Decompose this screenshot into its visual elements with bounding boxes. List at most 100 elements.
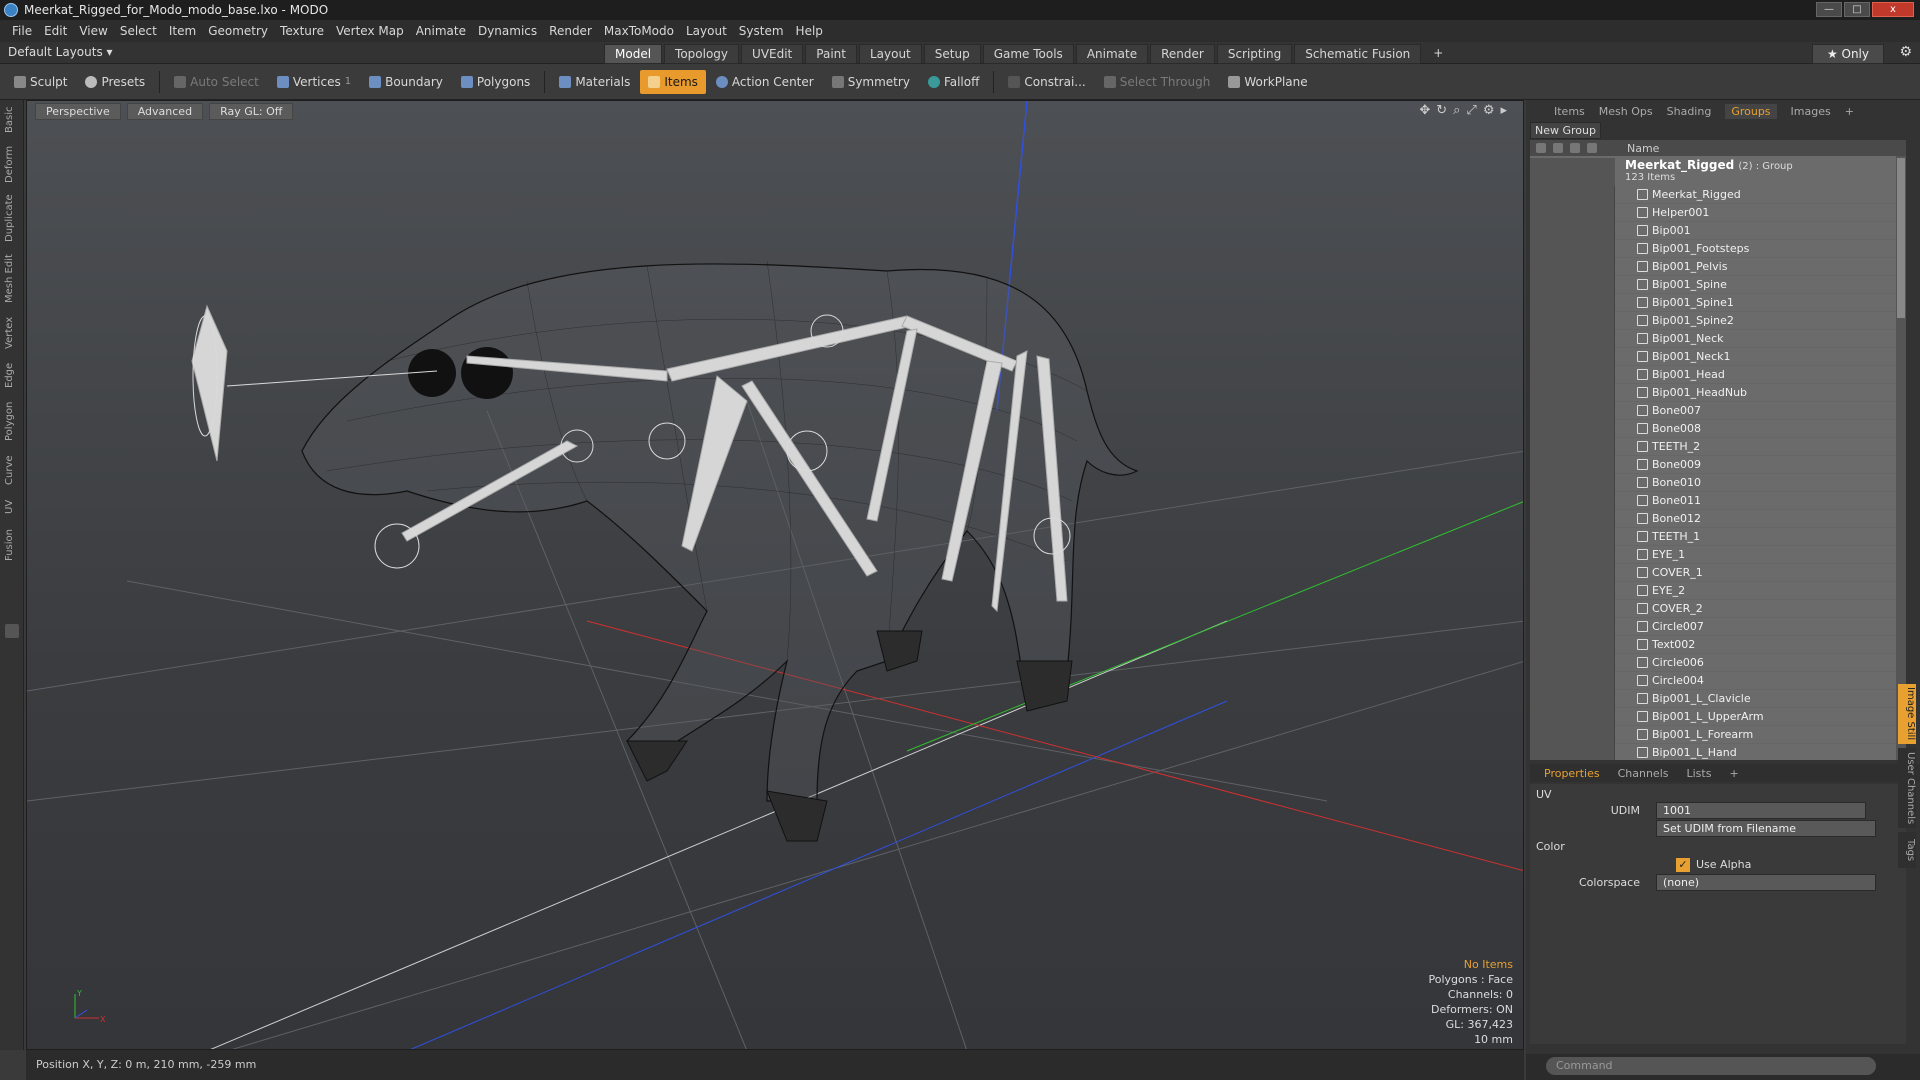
menu-view[interactable]: View	[73, 24, 113, 38]
tab-items[interactable]: Items	[1554, 105, 1585, 118]
list-item[interactable]: Bone008	[1530, 419, 1906, 438]
menu-item[interactable]: Item	[163, 24, 202, 38]
constrain-button[interactable]: Constrai...	[1000, 70, 1093, 94]
left-tab-deform[interactable]: Deform	[4, 144, 20, 184]
presets-button[interactable]: Presets	[77, 70, 153, 94]
tab-animate[interactable]: Animate	[1075, 44, 1149, 64]
list-item[interactable]: Bip001_L_Forearm	[1530, 725, 1906, 744]
tab-setup[interactable]: Setup	[923, 44, 981, 64]
boundary-button[interactable]: Boundary	[361, 70, 451, 94]
new-group-button[interactable]: New Group	[1530, 122, 1601, 139]
add-properties-tab-button[interactable]: +	[1729, 767, 1738, 780]
side-tab-image-still[interactable]: Image Still	[1898, 684, 1916, 744]
list-item[interactable]: Bip001_L_UpperArm	[1530, 707, 1906, 726]
falloff-button[interactable]: Falloff	[920, 70, 987, 94]
menu-animate[interactable]: Animate	[410, 24, 472, 38]
list-item-visibility[interactable]	[1530, 581, 1615, 600]
list-item-visibility[interactable]	[1530, 293, 1615, 312]
tab-paint[interactable]: Paint	[805, 44, 857, 64]
symmetry-button[interactable]: Symmetry	[824, 70, 918, 94]
tab-topology[interactable]: Topology	[664, 44, 740, 64]
name-column-header[interactable]: Name	[1615, 142, 1659, 155]
list-item-visibility[interactable]	[1530, 455, 1615, 474]
list-item[interactable]: Bip001_Neck1	[1530, 347, 1906, 366]
polygons-button[interactable]: Polygons	[453, 70, 538, 94]
tab-channels[interactable]: Channels	[1618, 767, 1669, 780]
udim-field[interactable]: 1001	[1656, 802, 1866, 819]
tab-groups[interactable]: Groups	[1725, 103, 1777, 119]
list-item-visibility[interactable]	[1530, 347, 1615, 366]
list-item[interactable]: COVER_2	[1530, 599, 1906, 618]
left-strip-toggle[interactable]	[5, 624, 19, 638]
add-panel-tab-button[interactable]: +	[1845, 105, 1854, 118]
list-item-visibility[interactable]	[1530, 653, 1615, 672]
list-item[interactable]: Bone010	[1530, 473, 1906, 492]
list-item[interactable]: Bone009	[1530, 455, 1906, 474]
gear-icon[interactable]: ⚙	[1899, 44, 1912, 60]
menu-edit[interactable]: Edit	[38, 24, 73, 38]
list-item-visibility[interactable]	[1530, 419, 1615, 438]
list-item[interactable]: Circle004	[1530, 671, 1906, 690]
tab-shading[interactable]: Shading	[1667, 105, 1712, 118]
tab-properties[interactable]: Properties	[1544, 767, 1600, 780]
list-item-visibility[interactable]	[1530, 365, 1615, 384]
left-tab-duplicate[interactable]: Duplicate	[4, 192, 20, 244]
menu-system[interactable]: System	[733, 24, 790, 38]
3d-viewport[interactable]: Perspective Advanced Ray GL: Off ✥ ↻ ⌕ ⤢…	[26, 100, 1524, 1050]
visibility-column-icon[interactable]	[1536, 143, 1546, 153]
tab-schematic-fusion[interactable]: Schematic Fusion	[1294, 44, 1422, 64]
left-tab-fusion[interactable]: Fusion	[4, 526, 20, 564]
list-item[interactable]: Bip001_L_Hand	[1530, 743, 1906, 760]
list-item-visibility[interactable]	[1530, 473, 1615, 492]
left-tab-uv[interactable]: UV	[4, 496, 20, 518]
list-item[interactable]: Meerkat_Rigged	[1530, 185, 1906, 204]
tab-render[interactable]: Render	[1150, 44, 1215, 64]
lock-column-icon[interactable]	[1570, 143, 1580, 153]
group-row[interactable]: Meerkat_Rigged (2) : Group 123 Items	[1530, 156, 1906, 186]
list-item[interactable]: Bip001_HeadNub	[1530, 383, 1906, 402]
list-item[interactable]: Bone007	[1530, 401, 1906, 420]
maximize-button[interactable]: □	[1844, 2, 1870, 17]
action-center-button[interactable]: Action Center	[708, 70, 822, 94]
side-tab-tags[interactable]: Tags	[1898, 832, 1916, 868]
list-item-visibility[interactable]	[1530, 509, 1615, 528]
list-item-visibility[interactable]	[1530, 545, 1615, 564]
list-item-visibility[interactable]	[1530, 437, 1615, 456]
list-item-visibility[interactable]	[1530, 239, 1615, 258]
tab-scripting[interactable]: Scripting	[1216, 44, 1293, 64]
list-item[interactable]: TEETH_2	[1530, 437, 1906, 456]
list-item[interactable]: Bip001_Neck	[1530, 329, 1906, 348]
raygl-toggle[interactable]: Ray GL: Off	[209, 103, 294, 120]
list-item[interactable]: Text002	[1530, 635, 1906, 654]
list-item[interactable]: Bone011	[1530, 491, 1906, 510]
select-through-button[interactable]: Select Through	[1096, 70, 1219, 94]
tab-model[interactable]: Model	[604, 44, 663, 64]
group-row-visibility[interactable]	[1530, 158, 1615, 186]
list-item-visibility[interactable]	[1530, 725, 1615, 744]
uv-section-header[interactable]: UV	[1536, 788, 1552, 801]
tab-game-tools[interactable]: Game Tools	[982, 44, 1074, 64]
menu-file[interactable]: File	[6, 24, 38, 38]
select-column-icon[interactable]	[1587, 143, 1597, 153]
list-item[interactable]: COVER_1	[1530, 563, 1906, 582]
list-item-visibility[interactable]	[1530, 257, 1615, 276]
use-alpha-checkbox[interactable]: ✓	[1676, 858, 1690, 872]
tab-layout[interactable]: Layout	[858, 44, 922, 64]
list-item-visibility[interactable]	[1530, 617, 1615, 636]
list-item-visibility[interactable]	[1530, 707, 1615, 726]
tab-lists[interactable]: Lists	[1687, 767, 1712, 780]
list-item[interactable]: EYE_2	[1530, 581, 1906, 600]
add-tab-button[interactable]: +	[1423, 44, 1453, 64]
list-item-visibility[interactable]	[1530, 491, 1615, 510]
left-tab-vertex[interactable]: Vertex	[4, 314, 20, 352]
workplane-button[interactable]: WorkPlane	[1220, 70, 1315, 94]
menu-texture[interactable]: Texture	[274, 24, 330, 38]
only-toggle[interactable]: ★ Only	[1811, 44, 1884, 64]
menu-vertex-map[interactable]: Vertex Map	[330, 24, 410, 38]
list-item[interactable]: Bip001_Spine2	[1530, 311, 1906, 330]
sculpt-button[interactable]: Sculpt	[6, 70, 75, 94]
list-item-visibility[interactable]	[1530, 275, 1615, 294]
list-item-visibility[interactable]	[1530, 185, 1615, 204]
list-item[interactable]: Bip001_Footsteps	[1530, 239, 1906, 258]
list-item-visibility[interactable]	[1530, 401, 1615, 420]
